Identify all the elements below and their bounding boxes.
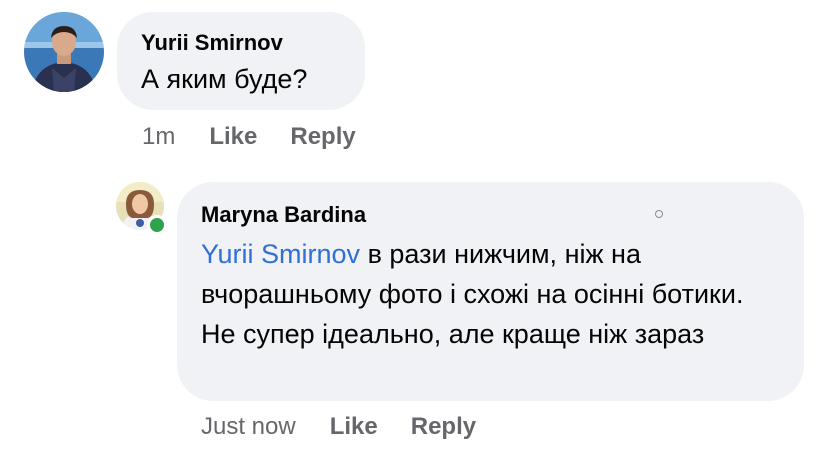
reply-timestamp: Just now [201,413,296,440]
comment-timestamp: 1m [142,123,176,150]
online-status-indicator [147,215,167,235]
comment-author[interactable]: Yurii Smirnov [141,30,365,56]
comment-like-button[interactable]: Like [209,123,257,151]
reply-bubble: Maryna Bardina Yurii Smirnov в рази нижч… [177,182,804,401]
reply-like-button[interactable]: Like [330,413,378,441]
reply-mention-link[interactable]: Yurii Smirnov [201,239,360,269]
comment-bubble: Yurii Smirnov А яким буде? [117,12,365,110]
comment-actions: 1m Like Reply [142,122,356,152]
comment-reply-button[interactable]: Reply [290,123,355,151]
bubble-dot-marker [655,210,663,218]
reply-text-block: Yurii Smirnov в рази нижчим, ніж на вчор… [201,234,780,354]
reply-reply-button[interactable]: Reply [411,413,476,441]
reply-actions: Just now Like Reply [201,412,476,442]
reply-author[interactable]: Maryna Bardina [201,202,780,228]
avatar-yurii-smirnov[interactable] [24,12,104,92]
comment-text: А яким буде? [141,64,308,94]
